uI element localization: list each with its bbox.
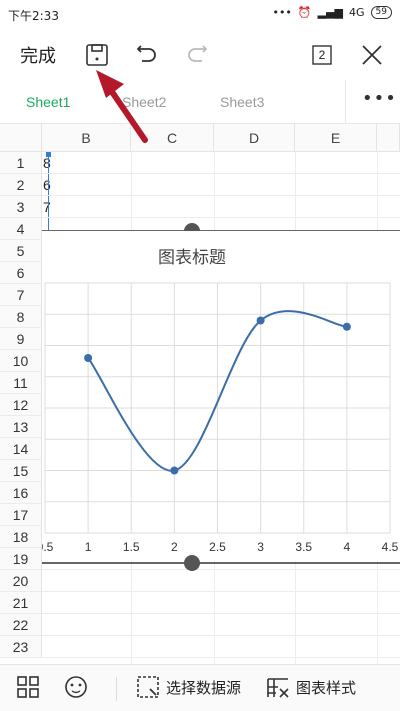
page-count: 2	[318, 48, 326, 62]
cell-b2[interactable]: 6	[43, 177, 51, 193]
chart-data-point	[84, 354, 93, 362]
grid-line	[42, 657, 400, 658]
row-header[interactable]: 21	[0, 592, 42, 614]
chart-x-tick-label: 0.5	[42, 540, 54, 554]
chart-x-tick-label: 1	[85, 540, 92, 554]
dots-icon: •••	[272, 6, 292, 19]
select-data-source-label: 选择数据源	[166, 678, 242, 697]
chart-x-tick-label: 3	[257, 540, 264, 554]
network-label: 4G	[349, 6, 365, 19]
selection-border	[48, 154, 49, 238]
chart-x-tick-label: 2	[171, 540, 178, 554]
chart-style-button[interactable]: 图表样式	[266, 675, 356, 699]
alarm-icon: ⏰	[297, 6, 312, 19]
row-header[interactable]: 7	[0, 284, 42, 306]
row-header[interactable]: 1	[0, 152, 42, 174]
status-icons: ••• ⏰ ▂▄▆ 4G 59	[272, 6, 392, 19]
bottom-bar: 选择数据源 图表样式	[0, 664, 400, 711]
select-range-icon	[137, 676, 159, 698]
grid-line	[42, 569, 400, 570]
chart-data-point	[170, 466, 179, 475]
row-header[interactable]: 20	[0, 570, 42, 592]
signal-icon: ▂▄▆	[317, 6, 344, 19]
row-header[interactable]: 13	[0, 416, 42, 438]
done-button[interactable]: 完成	[20, 42, 56, 68]
status-bar: 下午2:33 ••• ⏰ ▂▄▆ 4G 59	[0, 0, 400, 30]
grid-view-icon	[17, 676, 39, 698]
row-header[interactable]: 17	[0, 504, 42, 526]
row-header[interactable]: 14	[0, 438, 42, 460]
color-scheme-button[interactable]	[64, 675, 88, 699]
more-icon[interactable]: •••	[362, 88, 397, 109]
bottom-divider	[116, 677, 117, 701]
row-header[interactable]: 23	[0, 636, 42, 658]
select-data-source-button[interactable]: 选择数据源	[136, 675, 241, 699]
row-header[interactable]: 2	[0, 174, 42, 196]
undo-icon[interactable]	[132, 40, 162, 70]
tab-sheet1[interactable]: Sheet1	[26, 94, 70, 110]
chart-x-tick-label: 4.5	[382, 540, 399, 554]
chart-bottom-border	[42, 562, 400, 564]
row-header[interactable]: 16	[0, 482, 42, 504]
col-header-b[interactable]: B	[42, 124, 131, 152]
battery-indicator: 59	[370, 6, 392, 19]
row-header[interactable]: 22	[0, 614, 42, 636]
tab-divider	[345, 80, 346, 124]
grid-line	[42, 217, 400, 218]
row-header[interactable]: 3	[0, 196, 42, 218]
chart-x-tick-label: 4	[344, 540, 351, 554]
redo-icon[interactable]	[182, 40, 212, 70]
row-header[interactable]: 19	[0, 548, 42, 570]
row-header[interactable]: 10	[0, 350, 42, 372]
row-header[interactable]: 15	[0, 460, 42, 482]
grid-line	[42, 613, 400, 614]
chart-resize-handle-bottom[interactable]	[184, 555, 200, 571]
save-icon[interactable]	[82, 40, 112, 70]
grid-line	[42, 635, 400, 636]
col-header-e[interactable]: E	[295, 124, 377, 152]
chart-data-point	[256, 316, 265, 325]
tab-sheet3[interactable]: Sheet3	[220, 94, 264, 110]
row-header[interactable]: 11	[0, 372, 42, 394]
tab-sheet2[interactable]: Sheet2	[122, 94, 166, 110]
row-header[interactable]: 18	[0, 526, 42, 548]
chart-container[interactable]: 图表标题 0.5 1 1.5 2 2.5 3 3.5 4 4.5	[42, 231, 400, 561]
chart-x-tick-label: 2.5	[209, 540, 226, 554]
col-header-c[interactable]: C	[131, 124, 214, 152]
corner-cell[interactable]	[0, 124, 42, 152]
row-header[interactable]: 8	[0, 306, 42, 328]
toolbar: 完成 2	[0, 30, 400, 80]
chart-title[interactable]: 图表标题	[42, 243, 342, 268]
cell-b1[interactable]: 8	[43, 155, 51, 171]
grid-line	[42, 195, 400, 196]
row-header[interactable]: 9	[0, 328, 42, 350]
chart-x-tick-label: 1.5	[123, 540, 140, 554]
status-time: 下午2:33	[8, 9, 59, 23]
row-header[interactable]: 12	[0, 394, 42, 416]
col-header-next[interactable]	[377, 124, 400, 152]
row-header[interactable]: 5	[0, 240, 42, 262]
row-header[interactable]: 6	[0, 262, 42, 284]
close-icon[interactable]	[357, 40, 387, 70]
chart-style-label: 图表样式	[296, 678, 357, 697]
page-count-button[interactable]: 2	[307, 40, 337, 70]
grid-line	[42, 173, 400, 174]
grid-line	[42, 591, 400, 592]
chart-style-icon	[267, 678, 289, 698]
chart-x-tick-label: 3.5	[295, 540, 312, 554]
grid-view-button[interactable]	[16, 675, 40, 699]
chart-data-point	[342, 322, 351, 331]
line-chart: 0.5 1 1.5 2 2.5 3 3.5 4 4.5	[42, 282, 399, 554]
row-header[interactable]: 4	[0, 218, 42, 240]
sheet-tabs: Sheet1 Sheet2 Sheet3 •••	[0, 80, 400, 124]
palette-icon	[65, 676, 87, 698]
col-header-d[interactable]: D	[214, 124, 295, 152]
cell-b3[interactable]: 7	[43, 199, 51, 215]
